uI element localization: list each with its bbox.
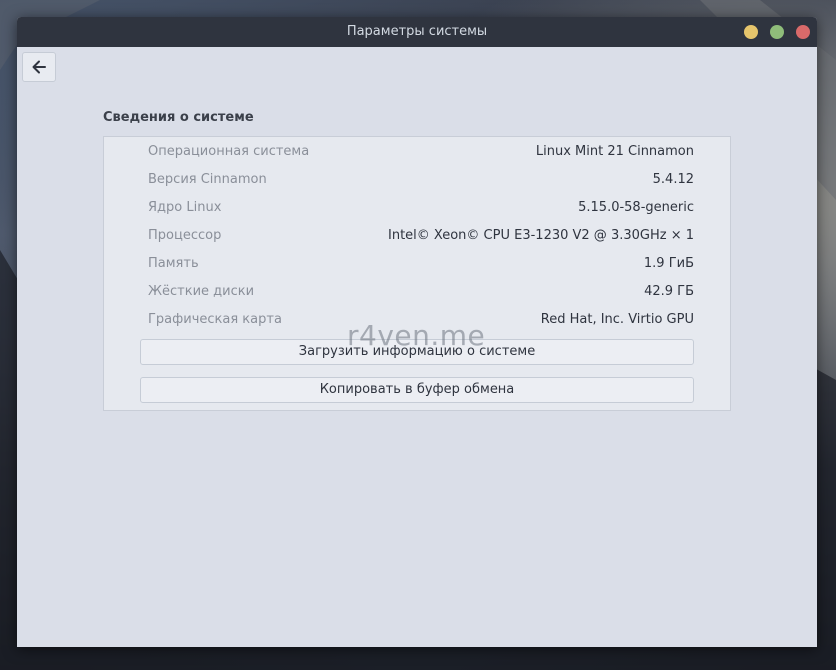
info-label: Операционная система <box>148 144 310 159</box>
info-row-memory: Память 1.9 ГиБ <box>148 250 694 278</box>
back-button[interactable] <box>22 52 56 82</box>
info-value: Intel© Xeon© CPU E3-1230 V2 @ 3.30GHz × … <box>388 228 694 243</box>
info-label: Жёсткие диски <box>148 284 255 299</box>
info-row-processor: Процессор Intel© Xeon© CPU E3-1230 V2 @ … <box>148 222 694 250</box>
settings-window: Параметры системы Сведения о системе Опе… <box>17 17 817 647</box>
copy-to-clipboard-button[interactable]: Копировать в буфер обмена <box>140 377 694 403</box>
info-row-kernel: Ядро Linux 5.15.0-58-generic <box>148 194 694 222</box>
info-label: Память <box>148 256 199 271</box>
minimize-button[interactable] <box>744 25 758 39</box>
title-bar: Параметры системы <box>17 17 817 47</box>
info-value: 42.9 ГБ <box>644 284 694 299</box>
window-title: Параметры системы <box>346 24 488 39</box>
info-value: 5.4.12 <box>652 172 694 187</box>
info-label: Ядро Linux <box>148 200 222 215</box>
info-value: 5.15.0-58-generic <box>578 200 694 215</box>
info-label: Графическая карта <box>148 312 282 327</box>
info-row-os: Операционная система Linux Mint 21 Cinna… <box>148 138 694 166</box>
maximize-button[interactable] <box>770 25 784 39</box>
info-value: Red Hat, Inc. Virtio GPU <box>540 312 694 327</box>
watermark: r4ven.me <box>347 319 486 352</box>
system-info-panel: Операционная система Linux Mint 21 Cinna… <box>103 136 731 411</box>
close-button[interactable] <box>796 25 810 39</box>
info-value: Linux Mint 21 Cinnamon <box>535 144 694 159</box>
info-label: Версия Cinnamon <box>148 172 267 187</box>
info-value: 1.9 ГиБ <box>643 256 694 271</box>
info-row-cinnamon-version: Версия Cinnamon 5.4.12 <box>148 166 694 194</box>
info-label: Процессор <box>148 228 222 243</box>
info-row-disks: Жёсткие диски 42.9 ГБ <box>148 278 694 306</box>
arrow-left-icon <box>32 60 46 74</box>
section-title: Сведения о системе <box>103 110 254 125</box>
